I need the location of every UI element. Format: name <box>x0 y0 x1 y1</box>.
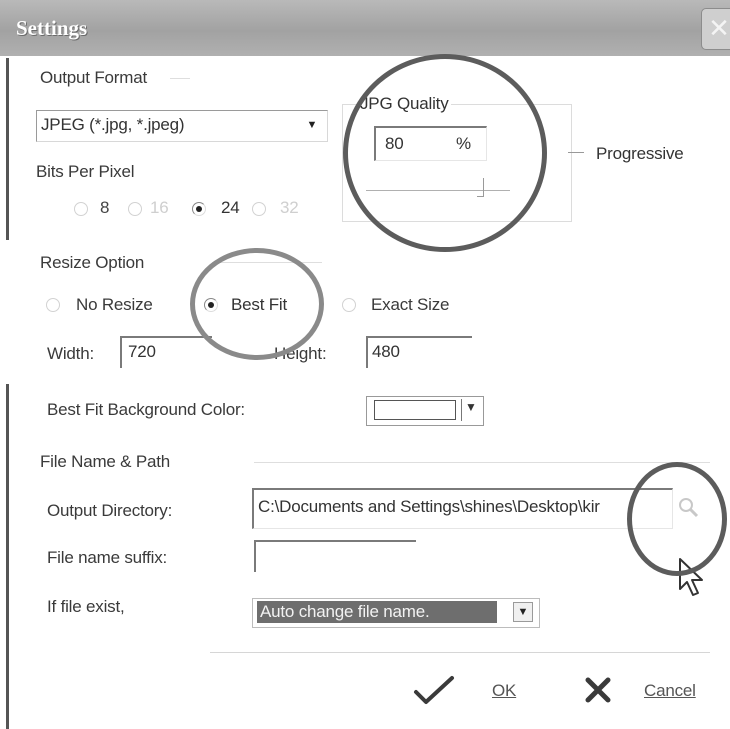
bg-color-label: Best Fit Background Color: <box>47 400 245 419</box>
chevron-down-icon[interactable]: ▼ <box>303 115 321 135</box>
close-icon: ✕ <box>708 13 730 43</box>
search-icon <box>679 498 699 518</box>
if-file-exist-value: Auto change file name. <box>260 602 430 621</box>
divider <box>461 399 462 421</box>
group-line <box>254 462 710 463</box>
output-format-group-label: Output Format <box>40 68 147 87</box>
bits-option-label: 32 <box>280 198 299 217</box>
output-directory-input[interactable]: C:\Documents and Settings\shines\Desktop… <box>252 488 673 529</box>
window-left-edge <box>6 384 9 729</box>
ok-label: OK <box>492 681 517 700</box>
jpg-quality-unit: % <box>456 134 471 153</box>
output-format-value: JPEG (*.jpg, *.jpeg) <box>41 115 185 134</box>
width-label: Width: <box>47 344 94 363</box>
x-icon <box>585 677 611 703</box>
output-directory-value: C:\Documents and Settings\shines\Desktop… <box>258 497 600 516</box>
chevron-down-icon[interactable]: ▼ <box>513 602 533 622</box>
output-directory-label: Output Directory: <box>47 501 173 520</box>
bits-option-label: 16 <box>150 198 169 217</box>
bits-option-label: 24 <box>221 198 240 217</box>
height-label: Height: <box>274 344 327 363</box>
window-title: Settings <box>16 16 88 40</box>
chevron-down-icon[interactable]: ▼ <box>465 400 477 414</box>
bits-radio-32[interactable] <box>252 202 266 216</box>
jpg-quality-group <box>342 104 572 222</box>
resize-option-label: No Resize <box>76 295 153 314</box>
mouse-cursor-icon <box>679 558 703 596</box>
group-line <box>170 78 190 79</box>
progressive-checkbox[interactable] <box>568 152 584 153</box>
jpg-quality-slider-thumb[interactable] <box>477 178 485 197</box>
bits-option-label: 8 <box>100 198 110 217</box>
bits-radio-24[interactable] <box>192 202 206 216</box>
suffix-label: File name suffix: <box>47 548 168 567</box>
checkmark-icon <box>414 676 454 704</box>
radio-best-fit[interactable] <box>204 298 218 312</box>
height-input[interactable]: 480 <box>366 336 472 368</box>
ok-button[interactable]: OK <box>412 672 532 712</box>
jpg-quality-slider-track[interactable] <box>366 190 510 191</box>
bits-radio-8[interactable] <box>74 202 88 216</box>
resize-option-group-label: Resize Option <box>40 253 145 272</box>
browse-button[interactable] <box>670 488 708 528</box>
width-value: 720 <box>128 342 156 361</box>
width-input[interactable]: 720 <box>120 336 212 368</box>
cancel-button[interactable]: Cancel <box>584 672 724 712</box>
bits-per-pixel-label: Bits Per Pixel <box>36 162 135 181</box>
if-file-exist-select[interactable]: Auto change file name. ▼ <box>252 598 540 628</box>
output-format-select[interactable]: JPEG (*.jpg, *.jpeg) ▼ <box>36 110 328 142</box>
close-button[interactable]: ✕ <box>701 8 730 50</box>
color-swatch <box>374 400 456 420</box>
title-bar <box>0 0 730 56</box>
bg-color-picker[interactable]: ▼ <box>366 396 484 426</box>
selected-highlight: Auto change file name. <box>257 601 497 623</box>
cancel-label: Cancel <box>644 681 696 700</box>
resize-option-label: Exact Size <box>371 295 450 314</box>
jpg-quality-value: 80 <box>385 134 404 153</box>
suffix-input[interactable] <box>254 540 416 572</box>
resize-option-label: Best Fit <box>231 295 288 314</box>
height-value: 480 <box>372 342 400 361</box>
group-line <box>212 262 322 263</box>
jpg-quality-input[interactable]: 80 % <box>374 126 487 161</box>
radio-exact-size[interactable] <box>342 298 356 312</box>
window-left-edge <box>6 58 9 240</box>
bits-radio-16[interactable] <box>128 202 142 216</box>
if-file-exist-label: If file exist, <box>47 597 125 616</box>
jpg-quality-group-label: JPG Quality <box>358 94 451 114</box>
footer-separator <box>210 652 710 653</box>
progressive-label: Progressive <box>596 144 684 163</box>
file-group-label: File Name & Path <box>40 452 171 471</box>
radio-no-resize[interactable] <box>46 298 60 312</box>
